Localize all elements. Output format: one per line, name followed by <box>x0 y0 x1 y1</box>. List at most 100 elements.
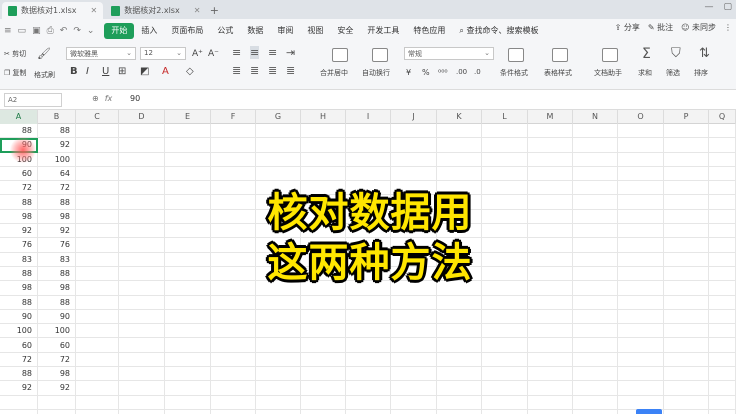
column-header-m[interactable]: M <box>528 110 573 124</box>
column-header-d[interactable]: D <box>119 110 165 124</box>
align-bottom-icon[interactable]: ≡ <box>268 46 277 59</box>
cell-a17[interactable]: 72 <box>0 353 38 367</box>
save-icon[interactable]: ▣ <box>32 26 41 36</box>
column-header-f[interactable]: F <box>211 110 256 124</box>
column-header-a[interactable]: A <box>0 110 38 124</box>
align-right-icon[interactable]: ≣ <box>268 64 277 77</box>
doc-helper-button[interactable]: 文档助手 <box>594 68 622 78</box>
tab-file-1[interactable]: 数据核对1.xlsx ✕ <box>2 2 104 19</box>
menu-home[interactable]: 开始 <box>104 22 135 39</box>
sort-button[interactable]: 排序 <box>694 68 708 78</box>
formula-input[interactable]: 90 <box>130 94 140 103</box>
align-center-icon[interactable]: ≣ <box>250 64 259 77</box>
menu-view[interactable]: 视图 <box>300 23 330 39</box>
column-header-b[interactable]: B <box>38 110 76 124</box>
merge-center-icon[interactable] <box>332 48 348 62</box>
column-header-c[interactable]: C <box>76 110 119 124</box>
filter-icon[interactable]: ⛉ <box>671 46 681 61</box>
open-icon[interactable]: ▭ <box>18 26 27 36</box>
wrap-text-icon[interactable] <box>372 48 388 62</box>
number-format-select[interactable]: 常规 ⌄ <box>404 47 494 60</box>
cell-b17[interactable]: 72 <box>38 353 76 367</box>
command-search[interactable]: ⌕ 查找命令、搜索模板 <box>452 23 545 39</box>
table-style-button[interactable]: 表格样式 <box>544 68 572 78</box>
menu-review[interactable]: 审阅 <box>270 23 300 39</box>
format-painter-icon[interactable]: 🖌 <box>37 47 51 60</box>
cell-a18[interactable]: 88 <box>0 367 38 381</box>
cell-b16[interactable]: 60 <box>38 339 76 353</box>
sort-icon[interactable]: ⇅ <box>699 46 710 61</box>
cell-b2[interactable]: 92 <box>38 138 76 152</box>
column-header-j[interactable]: J <box>391 110 437 124</box>
undo-icon[interactable]: ↶ <box>60 26 68 36</box>
column-header-n[interactable]: N <box>573 110 618 124</box>
column-header-e[interactable]: E <box>165 110 211 124</box>
column-header-i[interactable]: I <box>346 110 391 124</box>
cut-button[interactable]: ✂ 剪切 <box>4 49 26 59</box>
cell-a15[interactable]: 100 <box>0 324 38 338</box>
justify-icon[interactable]: ≣ <box>286 64 295 77</box>
menu-icon[interactable]: ≡ <box>4 26 12 36</box>
decrease-decimal-icon[interactable]: .0 <box>474 68 481 76</box>
column-header-o[interactable]: O <box>618 110 664 124</box>
sync-button[interactable]: ☺ 未同步 <box>681 22 716 33</box>
filter-button[interactable]: 筛选 <box>666 68 680 78</box>
percent-icon[interactable]: % <box>422 68 430 77</box>
menu-insert[interactable]: 插入 <box>134 23 164 39</box>
close-icon[interactable]: ✕ <box>194 6 201 15</box>
font-color-icon[interactable]: A <box>162 66 169 77</box>
column-header-h[interactable]: H <box>301 110 346 124</box>
fill-color-icon[interactable]: ◩ <box>140 66 149 77</box>
align-left-icon[interactable]: ≣ <box>232 64 241 77</box>
thousands-icon[interactable]: ⁰⁰⁰ <box>438 68 448 77</box>
menu-developer[interactable]: 开发工具 <box>360 23 406 39</box>
menu-page-layout[interactable]: 页面布局 <box>164 23 210 39</box>
chevron-down-icon[interactable]: ⌄ <box>87 26 95 36</box>
align-top-icon[interactable]: ≡ <box>232 46 241 59</box>
menu-data[interactable]: 数据 <box>240 23 270 39</box>
clear-format-icon[interactable]: ◇ <box>186 66 194 77</box>
menu-special[interactable]: 特色应用 <box>406 23 452 39</box>
column-header-k[interactable]: K <box>437 110 482 124</box>
format-painter-label[interactable]: 格式刷 <box>34 70 55 80</box>
conditional-format-icon[interactable] <box>508 48 524 62</box>
fx-icon[interactable]: fx <box>105 94 113 103</box>
font-grow-icon[interactable]: A⁺ <box>192 49 203 59</box>
currency-icon[interactable]: ¥ <box>406 68 411 77</box>
redo-icon[interactable]: ↷ <box>73 26 81 36</box>
font-shrink-icon[interactable]: A⁻ <box>208 49 219 59</box>
cell-b14[interactable]: 90 <box>38 310 76 324</box>
column-header-q[interactable]: Q <box>709 110 736 124</box>
cell-b15[interactable]: 100 <box>38 324 76 338</box>
name-box[interactable]: A2 <box>4 93 62 107</box>
cell-a1[interactable]: 88 <box>0 124 38 138</box>
minimize-icon[interactable]: — <box>704 2 713 12</box>
doc-helper-icon[interactable] <box>602 48 618 62</box>
cell-a13[interactable]: 88 <box>0 296 38 310</box>
sum-button[interactable]: 求和 <box>638 68 652 78</box>
more-icon[interactable]: ⋮ <box>724 23 732 32</box>
column-header-g[interactable]: G <box>256 110 301 124</box>
new-tab-icon[interactable]: + <box>206 2 222 19</box>
cell-b1[interactable]: 88 <box>38 124 76 138</box>
cell-a14[interactable]: 90 <box>0 310 38 324</box>
close-icon[interactable]: ✕ <box>91 6 98 15</box>
align-middle-icon[interactable]: ≡ <box>250 46 260 59</box>
column-header-l[interactable]: L <box>482 110 528 124</box>
copy-button[interactable]: ❐ 复制 <box>4 68 27 78</box>
conditional-format-button[interactable]: 条件格式 <box>500 68 528 78</box>
border-icon[interactable]: ⊞ <box>118 66 126 77</box>
cell-a4[interactable]: 60 <box>0 167 38 181</box>
print-icon[interactable]: ⎙ <box>47 26 54 36</box>
increase-decimal-icon[interactable]: .00 <box>456 68 467 76</box>
cell-a16[interactable]: 60 <box>0 339 38 353</box>
table-style-icon[interactable] <box>552 48 568 62</box>
cell-a19[interactable]: 92 <box>0 381 38 395</box>
font-size-select[interactable]: 12 ⌄ <box>140 47 186 60</box>
indent-icon[interactable]: ⇥ <box>286 46 295 59</box>
font-name-select[interactable]: 微软雅黑 ⌄ <box>66 47 136 60</box>
wrap-text-button[interactable]: 自动换行 <box>362 68 390 78</box>
italic-icon[interactable]: I <box>86 66 89 77</box>
menu-security[interactable]: 安全 <box>330 23 360 39</box>
maximize-icon[interactable]: ▢ <box>723 2 732 12</box>
